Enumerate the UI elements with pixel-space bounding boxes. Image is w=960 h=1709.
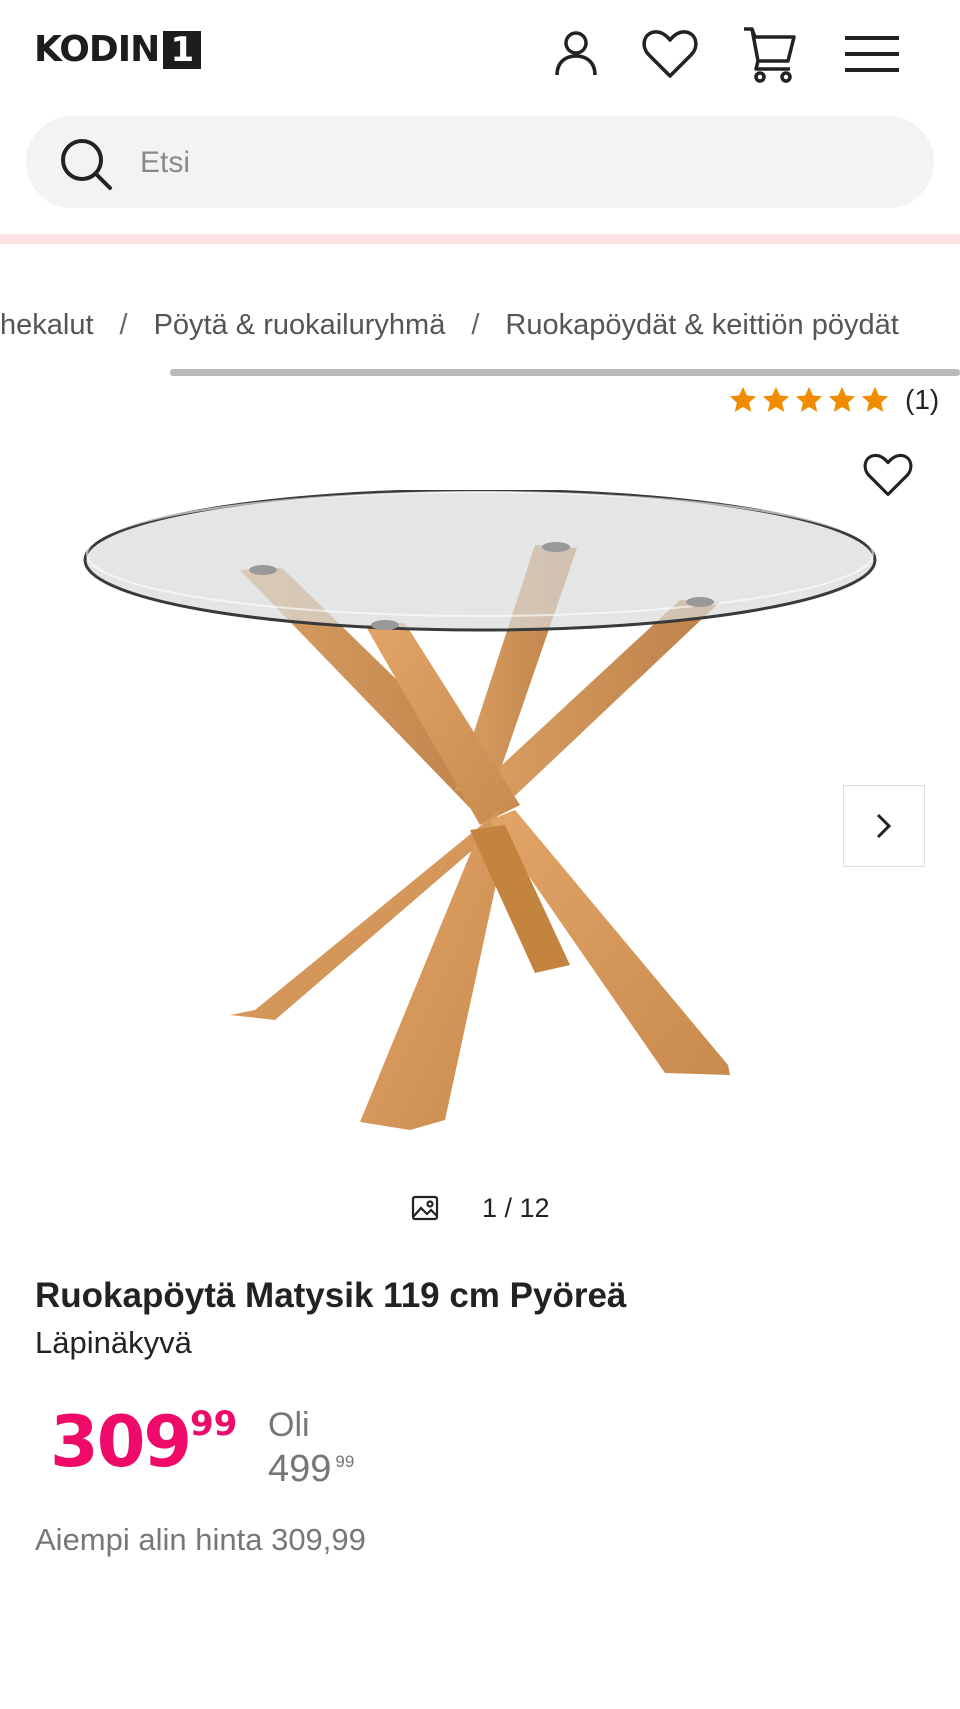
menu-button[interactable]: [842, 24, 902, 84]
old-price-main: 499: [268, 1448, 332, 1490]
old-price-cents: 99: [335, 1452, 355, 1471]
search-icon: [61, 139, 112, 190]
breadcrumb-separator: /: [471, 308, 480, 341]
lowest-price-note: Aiempi alin hinta 309,99: [35, 1522, 366, 1557]
image-counter: 1 / 12: [410, 1188, 550, 1228]
star-icon: [762, 386, 790, 412]
breadcrumb-scrollbar[interactable]: [170, 369, 960, 376]
menu-icon: [845, 36, 899, 72]
price-cents: 99: [190, 1404, 238, 1444]
account-button[interactable]: [546, 24, 606, 84]
current-price: 309 99: [50, 1401, 237, 1483]
price-main: 309: [50, 1401, 192, 1483]
rating[interactable]: (1): [728, 382, 939, 418]
cart-icon: [744, 27, 796, 83]
breadcrumb-item[interactable]: Ruokapöydät & keittiön pöydät: [505, 309, 898, 342]
old-price-label: Oli: [268, 1406, 310, 1444]
star-icon: [795, 386, 823, 412]
breadcrumb-item[interactable]: hekalut: [0, 309, 94, 342]
logo[interactable]: KODIN 1: [34, 29, 202, 70]
search-bar[interactable]: [26, 116, 934, 210]
star-icon: [828, 386, 856, 412]
star-icon: [729, 386, 757, 412]
next-image-button[interactable]: [843, 785, 925, 867]
rating-count: (1): [905, 384, 940, 415]
image-counter-text: 1 / 12: [482, 1192, 550, 1223]
breadcrumb-item[interactable]: Pöytä & ruokailuryhmä: [154, 309, 446, 342]
cart-button[interactable]: [740, 24, 800, 84]
logo-text: KODIN: [34, 29, 160, 70]
star-icon: [861, 386, 889, 412]
logo-number: 1: [163, 31, 202, 69]
promo-divider: [0, 234, 960, 244]
user-icon: [555, 31, 597, 76]
wishlist-button[interactable]: [640, 24, 700, 84]
product-variant: Läpinäkyvä: [35, 1325, 192, 1360]
search-input[interactable]: [138, 116, 902, 210]
breadcrumb-separator: /: [119, 308, 128, 341]
heart-icon: [642, 30, 698, 78]
old-price: 499 99: [268, 1448, 354, 1491]
breadcrumb: hekalut / Pöytä & ruokailuryhmä / Ruokap…: [0, 300, 899, 350]
chevron-right-icon: [876, 813, 892, 839]
image-icon: [411, 1195, 439, 1221]
product-image[interactable]: [60, 490, 900, 1150]
product-title: Ruokapöytä Matysik 119 cm Pyöreä: [35, 1276, 627, 1315]
